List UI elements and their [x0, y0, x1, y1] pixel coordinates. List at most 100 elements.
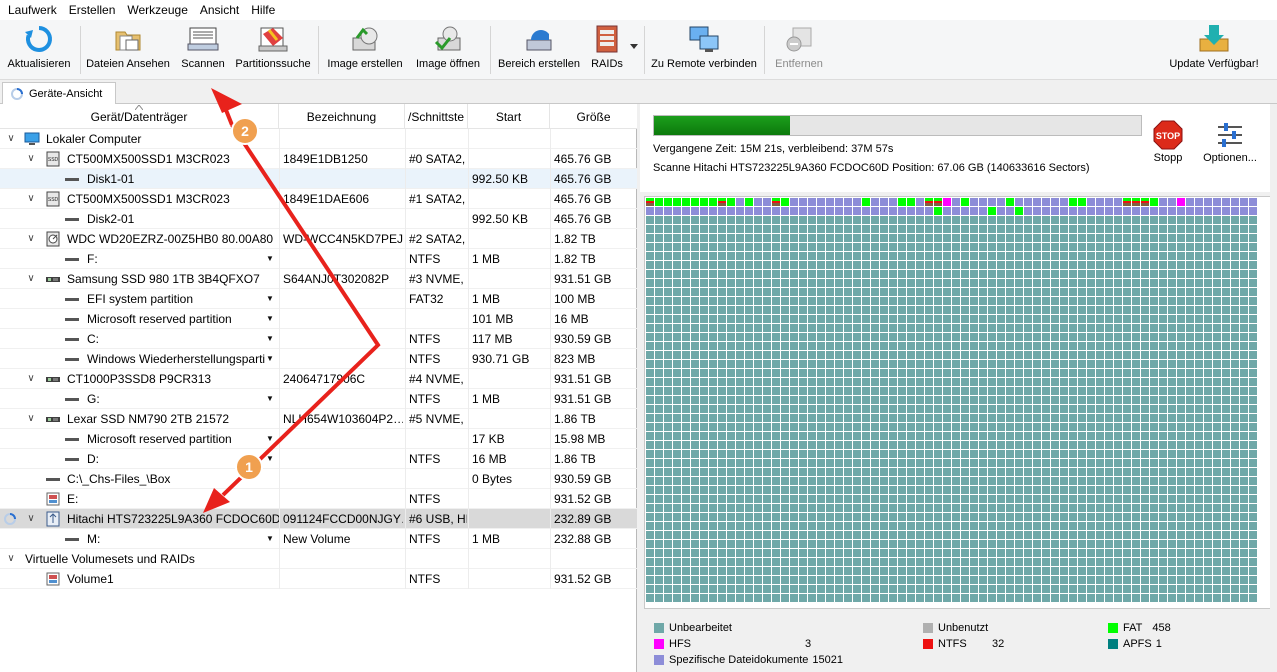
table-row[interactable]: Disk1-01 992.50 KB 465.76 GB: [0, 169, 637, 189]
device-name: Volume1: [67, 572, 114, 586]
partition-dropdown-arrow-icon[interactable]: ▼: [265, 349, 275, 369]
ssd-icon: SSD: [45, 149, 61, 169]
table-row[interactable]: ∨ CT1000P3SSD8 P9CR313 24064717906C #4 NVME…: [0, 369, 637, 389]
scan-panel: Vergangene Zeit: 15M 21s, verbleibend: 3…: [640, 104, 1277, 672]
legend-count: 1: [1155, 638, 1162, 650]
device-label: [283, 309, 403, 329]
expand-chevron-icon[interactable]: ∨: [5, 549, 17, 569]
partition-dropdown-arrow-icon[interactable]: ▼: [265, 529, 275, 549]
tab-device-view[interactable]: Geräte-Ansicht: [2, 82, 116, 104]
column-header-device[interactable]: Gerät/Datenträger: [0, 104, 279, 129]
partition-icon: [64, 169, 80, 189]
legend-label: Unbearbeitet: [669, 622, 732, 634]
column-header-interface[interactable]: /Schnittste: [405, 104, 468, 129]
legend-swatch: [1108, 623, 1118, 633]
device-interface: [409, 469, 467, 489]
device-interface: [409, 129, 467, 149]
table-row[interactable]: C: ▼ NTFS 117 MB 930.59 GB: [0, 329, 637, 349]
legend-label: NTFS: [938, 638, 967, 650]
menu-item-3[interactable]: Ansicht: [194, 0, 245, 20]
create-image-button[interactable]: Image erstellen: [324, 20, 406, 78]
table-row[interactable]: Microsoft reserved partition ▼ 101 MB 16 MB: [0, 309, 637, 329]
table-row[interactable]: ∨ SSD CT500MX500SSD1 M3CR023 1849E1DB1250 #0…: [0, 149, 637, 169]
table-row[interactable]: ∨ Virtuelle Volumesets und RAIDs: [0, 549, 637, 569]
remove-label: Entfernen: [775, 58, 823, 70]
device-name: G:: [87, 392, 100, 406]
partition-search-button[interactable]: Partitionssuche: [234, 20, 312, 78]
table-row[interactable]: ∨ Hitachi HTS723225L9A360 FCDOC60D 091124F…: [0, 509, 637, 529]
expand-chevron-icon[interactable]: ∨: [25, 229, 37, 249]
device-interface: NTFS: [409, 392, 441, 406]
legend-swatch: [654, 655, 664, 665]
column-header-size[interactable]: Größe: [550, 104, 637, 129]
legend-swatch: [654, 639, 664, 649]
device-label: [283, 389, 403, 409]
table-row[interactable]: M: ▼ New Volume NTFS 1 MB 232.88 GB: [0, 529, 637, 549]
table-row[interactable]: Disk2-01 992.50 KB 465.76 GB: [0, 209, 637, 229]
create-region-button[interactable]: Bereich erstellen: [496, 20, 582, 78]
table-row[interactable]: ∨ Lokaler Computer: [0, 129, 637, 149]
device-name: Lexar SSD NM790 2TB 21572: [67, 412, 230, 426]
menu-item-4[interactable]: Hilfe: [245, 0, 281, 20]
usb-disk-icon: [45, 509, 61, 529]
menu-item-2[interactable]: Werkzeuge: [121, 0, 193, 20]
device-name: Windows Wiederherstellungsparti…: [87, 352, 265, 366]
update-available-button[interactable]: Update Verfügbar!: [1166, 20, 1262, 78]
legend-label: FAT: [1123, 622, 1143, 634]
table-row[interactable]: ∨ Samsung SSD 980 1TB 3B4QFXO7 S64ANJ0T302…: [0, 269, 637, 289]
partition-dropdown-arrow-icon[interactable]: ▼: [265, 429, 275, 449]
partition-dropdown-arrow-icon[interactable]: ▼: [265, 289, 275, 309]
partition-dropdown-arrow-icon[interactable]: ▼: [265, 329, 275, 349]
table-row[interactable]: ∨ SSD CT500MX500SSD1 M3CR023 1849E1DAE606 #1…: [0, 189, 637, 209]
open-image-button[interactable]: Image öffnen: [412, 20, 484, 78]
table-row[interactable]: F: ▼ NTFS 1 MB 1.82 TB: [0, 249, 637, 269]
table-row[interactable]: ∨ WDC WD20EZRZ-00Z5HB0 80.00A80 WD-WCC4N5K…: [0, 229, 637, 249]
scan-progress-fill: [654, 116, 791, 135]
stop-scan-button[interactable]: STOP Stopp: [1150, 120, 1186, 164]
raid-icon: [589, 20, 625, 58]
remote-connect-button[interactable]: Zu Remote verbinden: [650, 20, 758, 78]
sort-arrow-icon: [135, 105, 143, 110]
expand-chevron-icon[interactable]: ∨: [25, 189, 37, 209]
expand-chevron-icon[interactable]: ∨: [25, 409, 37, 429]
table-row[interactable]: Windows Wiederherstellungsparti… ▼ NTFS 930…: [0, 349, 637, 369]
table-row[interactable]: D: ▼ NTFS 16 MB 1.86 TB: [0, 449, 637, 469]
remove-button[interactable]: Entfernen: [770, 20, 828, 78]
table-row[interactable]: ∨ Lexar SSD NM790 2TB 21572 NLH654W103604P…: [0, 409, 637, 429]
table-row[interactable]: Microsoft reserved partition ▼ 17 KB 15.98 …: [0, 429, 637, 449]
partition-dropdown-arrow-icon[interactable]: ▼: [265, 449, 275, 469]
browse-files-button[interactable]: Dateien Ansehen: [84, 20, 172, 78]
expand-chevron-icon[interactable]: ∨: [25, 509, 37, 529]
scan-button[interactable]: Scannen: [178, 20, 228, 78]
partition-dropdown-arrow-icon[interactable]: ▼: [265, 389, 275, 409]
expand-chevron-icon[interactable]: ∨: [25, 369, 37, 389]
partition-dropdown-arrow-icon[interactable]: ▼: [265, 249, 275, 269]
menu-item-1[interactable]: Erstellen: [63, 0, 122, 20]
menu-item-0[interactable]: Laufwerk: [2, 0, 63, 20]
column-header-start[interactable]: Start: [468, 104, 550, 129]
device-interface: #5 NVME, SSD: [409, 412, 467, 426]
device-size: 465.76 GB: [554, 152, 612, 166]
column-header-label[interactable]: Bezeichnung: [279, 104, 405, 129]
right-scroll-strip[interactable]: [1270, 104, 1277, 672]
device-name: Lokaler Computer: [46, 132, 142, 146]
volume-icon: [45, 489, 61, 509]
raids-dropdown-arrow-icon[interactable]: [628, 42, 640, 56]
refresh-button[interactable]: Aktualisieren: [4, 20, 74, 78]
expand-chevron-icon[interactable]: ∨: [25, 269, 37, 289]
expand-chevron-icon[interactable]: ∨: [5, 129, 17, 149]
raids-button[interactable]: RAIDs: [588, 20, 626, 78]
table-row[interactable]: G: ▼ NTFS 1 MB 931.51 GB: [0, 389, 637, 409]
partition-dropdown-arrow-icon[interactable]: ▼: [265, 309, 275, 329]
options-button[interactable]: Optionen...: [1200, 120, 1260, 164]
legend-count: 32: [992, 638, 1005, 650]
device-start: 992.50 KB: [472, 172, 529, 186]
device-interface: #2 SATA2, HDD: [409, 232, 467, 246]
table-row[interactable]: C:\_Chs-Files_\Box 0 Bytes 930.59 GB: [0, 469, 637, 489]
table-row[interactable]: E: NTFS 931.52 GB: [0, 489, 637, 509]
mixed-sector-cell: [925, 198, 933, 206]
expand-chevron-icon[interactable]: ∨: [25, 149, 37, 169]
table-row[interactable]: EFI system partition ▼ FAT32 1 MB 100 MB: [0, 289, 637, 309]
mixed-sector-cell: [646, 198, 654, 206]
table-row[interactable]: Volume1 NTFS 931.52 GB: [0, 569, 637, 589]
